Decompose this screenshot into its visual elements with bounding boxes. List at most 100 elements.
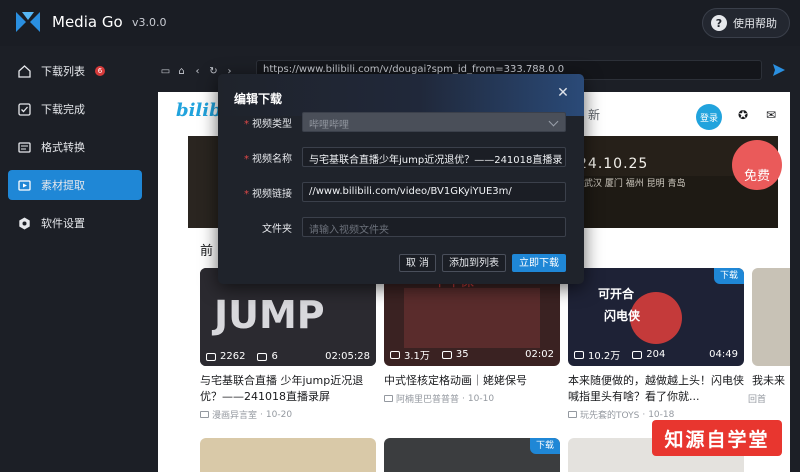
- svg-text:JUMP: JUMP: [211, 293, 325, 337]
- app-logo-icon: [16, 12, 40, 32]
- dialog-title: 编辑下载: [234, 92, 283, 106]
- app-title: Media Go: [52, 13, 123, 31]
- convert-icon: [18, 141, 31, 154]
- banner-cities: 武汉 厦门 福州 昆明 青岛: [584, 179, 686, 189]
- dialog-header: 编辑下载 ✕: [218, 74, 584, 116]
- dialog-actions: 取 消 添加到列表 立即下载: [398, 254, 566, 272]
- duration: 02:05:28: [325, 351, 370, 362]
- sidebar-item-label: 下载列表: [41, 65, 85, 78]
- banner-date: 24.10.25: [578, 156, 649, 172]
- thumbnail-stats: 2262 6 02:05:28: [206, 351, 370, 362]
- chevron-down-icon: [548, 116, 559, 127]
- video-meta: 阿楠里巴普普普 · 10-10: [384, 392, 560, 405]
- duration: 04:49: [709, 349, 738, 360]
- uploader-icon: [200, 411, 209, 418]
- video-name-input[interactable]: 与宅基联合直播少年jump近况退优？——241018直播录: [302, 147, 566, 167]
- folder-input[interactable]: 请输入视频文件夹: [302, 217, 566, 237]
- vip-icon[interactable]: ✪: [736, 108, 750, 122]
- sidebar-item-label: 软件设置: [41, 217, 85, 230]
- cancel-button[interactable]: 取 消: [398, 254, 436, 272]
- thumbnail-stats: 10.2万 204 04:49: [574, 347, 738, 362]
- danmaku-icon: [632, 350, 643, 359]
- search-text[interactable]: 新: [588, 106, 600, 123]
- video-type-row: * 视频类型 哔哩哔哩: [218, 112, 584, 132]
- section-label: 前: [200, 244, 214, 259]
- svg-text:闪电侠: 闪电侠: [604, 308, 641, 323]
- video-meta: 漫画异言室 · 10-20: [200, 408, 376, 421]
- video-card[interactable]: JUMP 2262 6 02:05:28 与宅基联合直播 少年jump近况退优？…: [200, 268, 376, 421]
- video-thumbnail[interactable]: 可开合 闪电侠 下载 10.2万 204 04:49: [568, 268, 744, 366]
- video-thumbnail-row2[interactable]: [200, 438, 376, 472]
- video-link-row: * 视频链接 //www.bilibili.com/video/BV1GKyiYU…: [218, 182, 584, 202]
- uploader-icon: [384, 395, 393, 402]
- sidebar-item-label: 素材提取: [41, 179, 85, 192]
- view-count: 2262: [220, 351, 246, 362]
- video-name-row: * 视频名称 与宅基联合直播少年jump近况退优？——241018直播录: [218, 147, 584, 167]
- message-icon[interactable]: ✉: [764, 108, 778, 122]
- watermark-logo: 知源自学堂: [652, 420, 782, 456]
- field-label: * 视频名称: [244, 154, 292, 165]
- play-count-icon: [206, 352, 216, 361]
- edit-download-dialog: 编辑下载 ✕ * 视频类型 哔哩哔哩 * 视频名称 与宅基联合直播少年jump近况退…: [218, 74, 584, 284]
- field-label: 文件夹: [262, 224, 292, 235]
- video-title[interactable]: 本来随便做的，越做越上头！闪电侠喊指里头有啥？看了你就...: [568, 373, 744, 405]
- sidebar-item-material-extract[interactable]: 素材提取: [8, 170, 142, 200]
- danmaku-icon: [441, 350, 452, 359]
- video-type-select[interactable]: 哔哩哔哩: [302, 112, 566, 132]
- home-icon[interactable]: ⌂: [176, 66, 187, 77]
- back-icon[interactable]: ‹: [192, 66, 203, 77]
- gear-icon: [18, 217, 31, 230]
- download-now-button[interactable]: 立即下载: [512, 254, 566, 272]
- uploader-icon: [568, 411, 577, 418]
- add-to-list-button[interactable]: 添加到列表: [442, 254, 506, 272]
- video-card[interactable]: 可开合 闪电侠 下载 10.2万 204 04:49 本来随便做的，越做越上头！…: [568, 268, 744, 421]
- free-badge: 免费: [732, 140, 782, 190]
- play-count-icon: [574, 350, 584, 359]
- check-square-icon: [18, 102, 31, 116]
- play-count-icon: [390, 350, 400, 359]
- close-icon[interactable]: ✕: [556, 86, 570, 100]
- folder-row: 文件夹 请输入视频文件夹: [218, 217, 584, 237]
- sidebar-item-label: 格式转换: [41, 141, 85, 154]
- video-thumbnail-row2[interactable]: 下载: [384, 438, 560, 472]
- sidebar-item-download-list[interactable]: 下载列表 6: [8, 56, 142, 86]
- upload-date: 10-20: [265, 409, 293, 420]
- field-label: * 视频类型: [244, 119, 292, 130]
- count-badge: 6: [95, 66, 105, 76]
- uploader-name[interactable]: 阿楠里巴普普普: [396, 392, 459, 405]
- thumbnail-stats: 3.1万 35 02:02: [390, 347, 554, 362]
- title-bar: Media Go v3.0.0 ? 使用帮助: [0, 0, 800, 46]
- download-list-icon: [18, 64, 31, 78]
- upload-date: 10-10: [467, 393, 495, 404]
- help-button[interactable]: ? 使用帮助: [702, 8, 790, 38]
- video-thumbnail-partial[interactable]: [752, 268, 790, 366]
- video-card[interactable]: 年年保 3.1万 35 02:02 中式怪核定格动画｜姥姥保号 阿楠里巴普普普 …: [384, 268, 560, 405]
- video-title[interactable]: 中式怪核定格动画｜姥姥保号: [384, 373, 560, 389]
- danmaku-count: 35: [455, 349, 469, 360]
- video-title[interactable]: 与宅基联合直播 少年jump近况退优？——241018直播录屏: [200, 373, 376, 405]
- send-icon[interactable]: [772, 63, 786, 77]
- view-count: 10.2万: [588, 351, 621, 362]
- upload-date: 10-18: [648, 409, 675, 420]
- sidebar-item-settings[interactable]: 软件设置: [8, 208, 142, 238]
- video-link-input[interactable]: //www.bilibili.com/video/BV1GKyiYUE3m/: [302, 182, 566, 202]
- download-tag[interactable]: 下载: [529, 438, 560, 454]
- sidebar: 下载列表 6 下载完成 格式转换 素材提取 软件设置: [0, 46, 150, 472]
- video-type-value: 哔哩哔哩: [309, 120, 349, 131]
- danmaku-icon: [257, 352, 268, 361]
- sidebar-item-download-complete[interactable]: 下载完成: [8, 94, 142, 124]
- uploader-name[interactable]: 漫画异言室: [212, 408, 257, 421]
- sidebar-item-label: 下载完成: [41, 103, 85, 116]
- help-icon: ?: [711, 15, 727, 31]
- monitor-icon[interactable]: ▭: [160, 66, 171, 77]
- login-button[interactable]: 登录: [696, 104, 722, 130]
- danmaku-count: 6: [271, 351, 278, 362]
- duration: 02:02: [525, 349, 554, 360]
- help-label: 使用帮助: [733, 17, 777, 30]
- sidebar-item-format-convert[interactable]: 格式转换: [8, 132, 142, 162]
- video-title-partial[interactable]: 我未来: [752, 373, 790, 389]
- back-to-top-button[interactable]: 回首: [748, 392, 784, 414]
- view-count: 3.1万: [404, 351, 430, 362]
- download-tag[interactable]: 下载: [713, 268, 744, 284]
- uploader-name[interactable]: 玩先套的TOYS: [580, 408, 639, 421]
